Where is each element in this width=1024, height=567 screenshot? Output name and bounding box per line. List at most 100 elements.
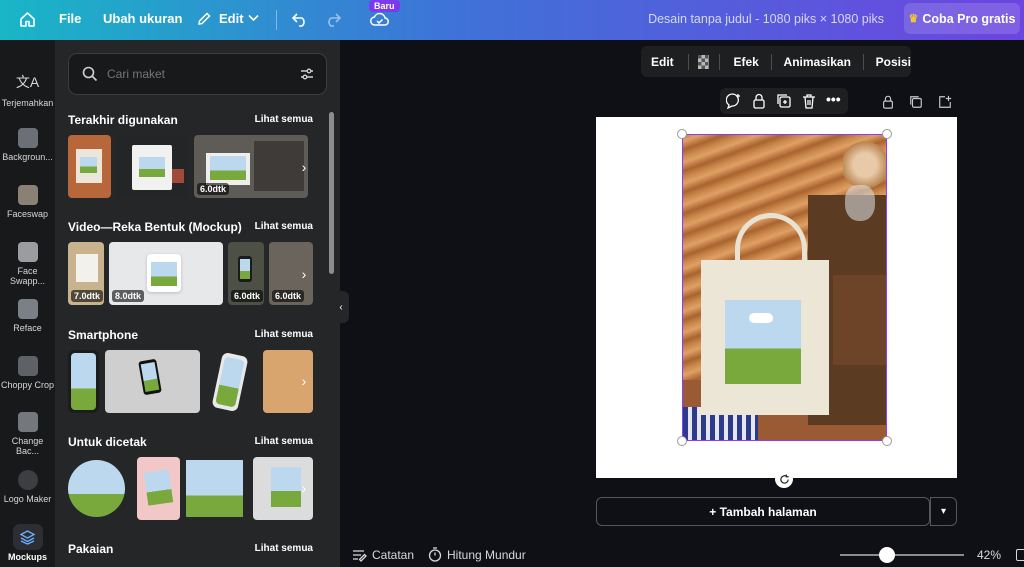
context-toolbar: Edit Efek Animasikan Posisi bbox=[641, 46, 911, 77]
zoom-level[interactable]: 42% bbox=[977, 548, 1001, 562]
search-input[interactable] bbox=[107, 64, 287, 84]
try-pro-button[interactable]: ♛ Coba Pro gratis bbox=[904, 3, 1020, 34]
home-icon[interactable] bbox=[19, 11, 36, 28]
add-page-icon[interactable] bbox=[938, 95, 952, 114]
rail-item-translate[interactable]: 文A Terjemahkan bbox=[0, 72, 55, 108]
rail-label: Reface bbox=[13, 323, 42, 333]
rail-item-reface[interactable]: Reface bbox=[0, 299, 55, 333]
resize-handle[interactable] bbox=[677, 129, 687, 139]
section-title: Video—Reka Bentuk (Mockup) bbox=[68, 220, 242, 234]
rail-item-choppy-crop[interactable]: Choppy Crop bbox=[0, 356, 55, 390]
rail-item-face-swapper[interactable]: Face Swapp... bbox=[0, 242, 55, 286]
undo-icon[interactable] bbox=[291, 10, 309, 28]
trash-icon[interactable] bbox=[801, 93, 817, 114]
see-all-link[interactable]: Lihat semua bbox=[255, 329, 313, 340]
pages-icon[interactable] bbox=[1016, 549, 1024, 561]
effects-button[interactable]: Efek bbox=[733, 55, 758, 69]
see-all-link[interactable]: Lihat semua bbox=[255, 436, 313, 447]
see-all-link[interactable]: Lihat semua bbox=[255, 114, 313, 125]
add-page-dropdown[interactable]: ▾ bbox=[930, 497, 957, 526]
rail-item-change-background[interactable]: Change Bac... bbox=[0, 412, 55, 456]
transparency-icon[interactable] bbox=[698, 54, 709, 69]
rail-item-faceswap[interactable]: Faceswap bbox=[0, 185, 55, 219]
choppy-crop-icon bbox=[17, 356, 38, 376]
chevron-down-icon[interactable] bbox=[248, 14, 259, 22]
chevron-right-icon[interactable]: › bbox=[296, 152, 312, 182]
search-icon bbox=[82, 66, 98, 87]
edit-menu[interactable]: Edit bbox=[219, 11, 244, 26]
see-all-link[interactable]: Lihat semua bbox=[255, 543, 313, 554]
mockup-thumbnail[interactable]: 6.0dtk bbox=[228, 242, 264, 305]
filter-icon[interactable] bbox=[300, 67, 314, 86]
face-swapper-icon bbox=[17, 242, 38, 262]
zoom-slider[interactable] bbox=[840, 554, 964, 556]
translate-icon: 文A bbox=[15, 74, 40, 90]
rotate-icon bbox=[779, 473, 789, 484]
position-button[interactable]: Posisi bbox=[876, 55, 911, 69]
timer-button[interactable]: Hitung Mundur bbox=[447, 548, 526, 562]
section-title: Smartphone bbox=[68, 328, 139, 342]
collapse-panel-button[interactable]: ‹ bbox=[333, 291, 349, 323]
rail-item-mockups[interactable]: Mockups bbox=[0, 524, 55, 562]
rail-label: Choppy Crop bbox=[0, 380, 55, 390]
see-all-link[interactable]: Lihat semua bbox=[255, 221, 313, 232]
mockup-thumbnail[interactable] bbox=[137, 457, 180, 520]
lock-page-icon[interactable] bbox=[881, 95, 895, 114]
mockups-icon bbox=[12, 524, 43, 550]
chevron-right-icon[interactable]: › bbox=[296, 366, 312, 396]
rail-item-logo-maker[interactable]: Logo Maker bbox=[0, 470, 55, 504]
resize-button[interactable]: Ubah ukuran bbox=[103, 11, 182, 26]
resize-handle[interactable] bbox=[882, 129, 892, 139]
mockup-thumbnail[interactable] bbox=[68, 350, 99, 413]
mockup-thumbnail[interactable] bbox=[116, 135, 188, 198]
reface-icon bbox=[17, 299, 38, 319]
animate-button[interactable]: Animasikan bbox=[784, 55, 851, 69]
section-title: Terakhir digunakan bbox=[68, 113, 178, 127]
rail-label: Backgroun... bbox=[2, 152, 53, 162]
lock-icon[interactable] bbox=[751, 93, 767, 114]
duplicate-page-icon[interactable] bbox=[909, 95, 923, 114]
mockup-thumbnail[interactable]: 8.0dtk bbox=[109, 242, 223, 305]
comment-add-icon[interactable] bbox=[725, 93, 742, 114]
duplicate-icon[interactable] bbox=[776, 93, 792, 114]
divider bbox=[687, 53, 689, 70]
top-bar: File Ubah ukuran Edit Baru Desain tanpa … bbox=[0, 0, 1024, 40]
divider bbox=[276, 10, 277, 30]
mockup-thumbnail[interactable] bbox=[186, 457, 243, 520]
redo-icon[interactable] bbox=[324, 10, 342, 28]
panel-scrollbar[interactable] bbox=[329, 112, 334, 274]
timer-icon[interactable] bbox=[428, 547, 442, 567]
rail-item-background-remover[interactable]: Backgroun... bbox=[0, 128, 55, 162]
chevron-right-icon[interactable]: › bbox=[296, 473, 312, 503]
new-badge: Baru bbox=[369, 0, 400, 12]
notes-button[interactable]: Catatan bbox=[372, 548, 414, 562]
search-box[interactable] bbox=[68, 53, 327, 95]
divider bbox=[862, 53, 864, 70]
rail-label: Terjemahkan bbox=[1, 98, 54, 108]
tote-bag-mockup-image[interactable] bbox=[682, 134, 887, 441]
add-page-button[interactable]: + Tambah halaman bbox=[596, 497, 930, 526]
background-remover-icon bbox=[17, 128, 38, 148]
mockup-thumbnail[interactable] bbox=[105, 350, 200, 413]
notes-icon[interactable] bbox=[352, 549, 367, 567]
more-icon[interactable]: ••• bbox=[826, 91, 841, 107]
design-title[interactable]: Desain tanpa judul - 1080 piks × 1080 pi… bbox=[648, 12, 884, 26]
file-menu[interactable]: File bbox=[59, 11, 81, 26]
mockup-thumbnail[interactable] bbox=[205, 350, 258, 413]
mockup-thumbnail[interactable] bbox=[68, 457, 125, 520]
mockup-thumbnail[interactable]: 6.0dtk bbox=[194, 135, 308, 198]
edit-image-button[interactable]: Edit bbox=[651, 55, 674, 69]
divider bbox=[718, 53, 720, 70]
mockup-thumbnail[interactable] bbox=[68, 135, 111, 198]
resize-handle[interactable] bbox=[882, 436, 892, 446]
resize-handle[interactable] bbox=[677, 436, 687, 446]
cloud-sync-icon[interactable] bbox=[370, 11, 389, 27]
logo-maker-icon bbox=[17, 470, 38, 490]
chevron-right-icon[interactable]: › bbox=[296, 259, 312, 289]
rotate-handle[interactable] bbox=[775, 470, 793, 488]
mockup-thumbnail[interactable]: 7.0dtk bbox=[68, 242, 104, 305]
zoom-slider-knob[interactable] bbox=[879, 547, 895, 563]
duration-badge: 6.0dtk bbox=[272, 290, 305, 302]
rail-label: Face Swapp... bbox=[9, 266, 46, 286]
pencil-icon[interactable] bbox=[196, 11, 212, 27]
